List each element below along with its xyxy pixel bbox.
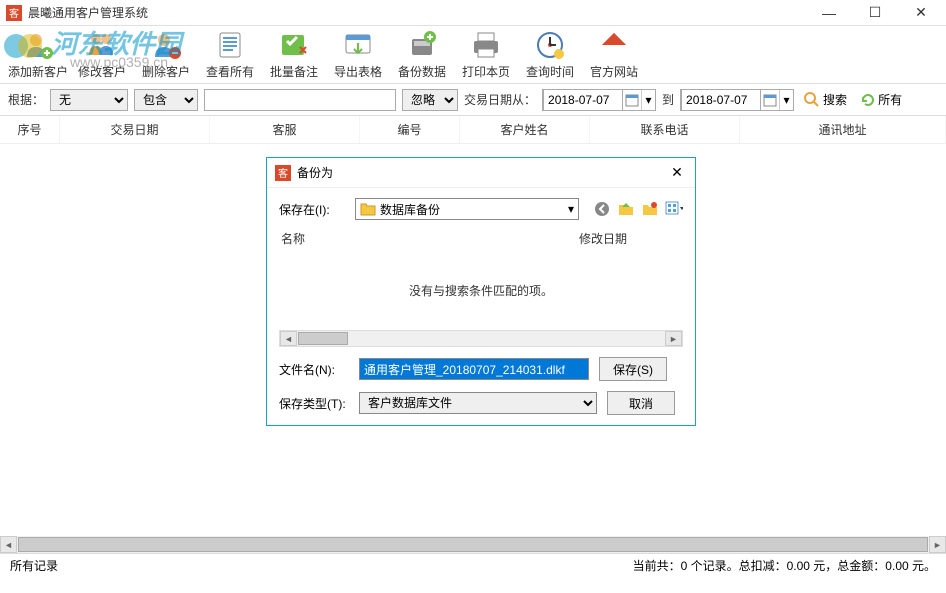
minimize-button[interactable]: — [810, 2, 848, 24]
query-time-button[interactable]: 查询时间 [518, 27, 582, 82]
batch-note-icon [278, 29, 310, 61]
back-icon[interactable] [593, 200, 611, 218]
scroll-thumb[interactable] [18, 537, 928, 552]
save-button[interactable]: 保存(S) [599, 357, 667, 381]
list-col-date[interactable]: 修改日期 [579, 230, 627, 250]
table-header: 序号 交易日期 客服 编号 客户姓名 联系电话 通讯地址 [0, 116, 946, 144]
delete-customer-button[interactable]: 删除客户 [134, 27, 198, 82]
date-to-dropdown[interactable]: ▾ [779, 90, 793, 110]
folder-icon [360, 202, 376, 216]
print-button[interactable]: 打印本页 [454, 27, 518, 82]
filename-label: 文件名(N): [279, 361, 349, 378]
scroll-right-button[interactable]: ► [665, 331, 682, 346]
website-button[interactable]: 官方网站 [582, 27, 646, 82]
filetype-select[interactable]: 客户数据库文件 [359, 392, 597, 414]
new-folder-icon[interactable] [641, 200, 659, 218]
magnifier-icon [804, 92, 820, 108]
date-to-input[interactable] [681, 89, 761, 111]
edit-customer-button[interactable]: 修改客户 [70, 27, 134, 82]
add-customer-button[interactable]: 添加新客户 [6, 27, 70, 82]
match-select[interactable]: 包含 [134, 89, 198, 111]
date-to-label: 到 [662, 91, 674, 108]
delete-user-icon [150, 29, 182, 61]
scroll-thumb[interactable] [298, 332, 348, 345]
edit-user-icon [86, 29, 118, 61]
search-button[interactable]: 搜索 [800, 91, 851, 108]
add-user-icon [22, 29, 54, 61]
export-icon [342, 29, 374, 61]
backup-icon [406, 29, 438, 61]
filter-bar: 根据： 无 包含 忽略 交易日期从： ▾ 到 ▾ 搜索 所有 [0, 84, 946, 116]
save-dialog: 客 备份为 ✕ 保存在(I): 数据库备份 ▾ 名称 修改日期 没有与搜索条件匹 [266, 157, 696, 426]
status-left: 所有记录 [10, 557, 633, 574]
home-icon [598, 29, 630, 61]
list-empty-text: 没有与搜索条件匹配的项。 [279, 250, 683, 330]
list-col-name[interactable]: 名称 [279, 230, 579, 250]
status-right: 当前共：0 个记录。总扣减：0.00 元，总金额：0.00 元。 [633, 557, 936, 574]
col-address[interactable]: 通讯地址 [740, 116, 946, 143]
batch-note-button[interactable]: 批量备注 [262, 27, 326, 82]
print-icon [470, 29, 502, 61]
backup-button[interactable]: 备份数据 [390, 27, 454, 82]
file-list[interactable]: 名称 修改日期 没有与搜索条件匹配的项。 [279, 230, 683, 330]
scroll-left-button[interactable]: ◄ [280, 331, 297, 346]
close-button[interactable]: ✕ [902, 2, 940, 24]
dialog-icon: 客 [275, 165, 291, 181]
cancel-button[interactable]: 取消 [607, 391, 675, 415]
col-customer[interactable]: 客户姓名 [460, 116, 590, 143]
basis-select[interactable]: 无 [50, 89, 128, 111]
calendar-icon[interactable] [623, 90, 641, 110]
search-input[interactable] [204, 89, 396, 111]
refresh-icon [861, 93, 875, 107]
dialog-scrollbar[interactable]: ◄ ► [279, 330, 683, 347]
dialog-title: 备份为 [297, 164, 667, 181]
status-bar: 所有记录 当前共：0 个记录。总扣减：0.00 元，总金额：0.00 元。 [0, 553, 946, 577]
filename-input[interactable] [359, 358, 589, 380]
ignore-select[interactable]: 忽略 [402, 89, 458, 111]
col-date[interactable]: 交易日期 [60, 116, 210, 143]
all-button[interactable]: 所有 [857, 91, 906, 108]
maximize-button[interactable]: ☐ [856, 2, 894, 24]
toolbar: 添加新客户 修改客户 删除客户 查看所有 批量备注 导出表格 备份数据 打印本页… [0, 26, 946, 84]
up-folder-icon[interactable] [617, 200, 635, 218]
app-icon: 客 [6, 5, 22, 21]
col-index[interactable]: 序号 [0, 116, 60, 143]
date-from-dropdown[interactable]: ▾ [641, 90, 655, 110]
scroll-left-button[interactable]: ◄ [0, 536, 17, 553]
export-button[interactable]: 导出表格 [326, 27, 390, 82]
col-phone[interactable]: 联系电话 [590, 116, 740, 143]
date-from-input[interactable] [543, 89, 623, 111]
view-all-button[interactable]: 查看所有 [198, 27, 262, 82]
folder-select[interactable]: 数据库备份 ▾ [355, 198, 579, 220]
col-number[interactable]: 编号 [360, 116, 460, 143]
filetype-label: 保存类型(T): [279, 395, 349, 412]
col-service[interactable]: 客服 [210, 116, 360, 143]
clock-icon [534, 29, 566, 61]
calendar-icon[interactable] [761, 90, 779, 110]
basis-label: 根据： [8, 91, 44, 108]
main-horizontal-scrollbar[interactable]: ◄ ► [0, 536, 946, 553]
view-menu-icon[interactable] [665, 200, 683, 218]
view-all-icon [214, 29, 246, 61]
window-title: 晨曦通用客户管理系统 [28, 4, 810, 21]
dialog-close-button[interactable]: ✕ [667, 163, 687, 183]
save-in-label: 保存在(I): [279, 201, 349, 218]
scroll-right-button[interactable]: ► [929, 536, 946, 553]
date-from-label: 交易日期从： [464, 91, 536, 108]
